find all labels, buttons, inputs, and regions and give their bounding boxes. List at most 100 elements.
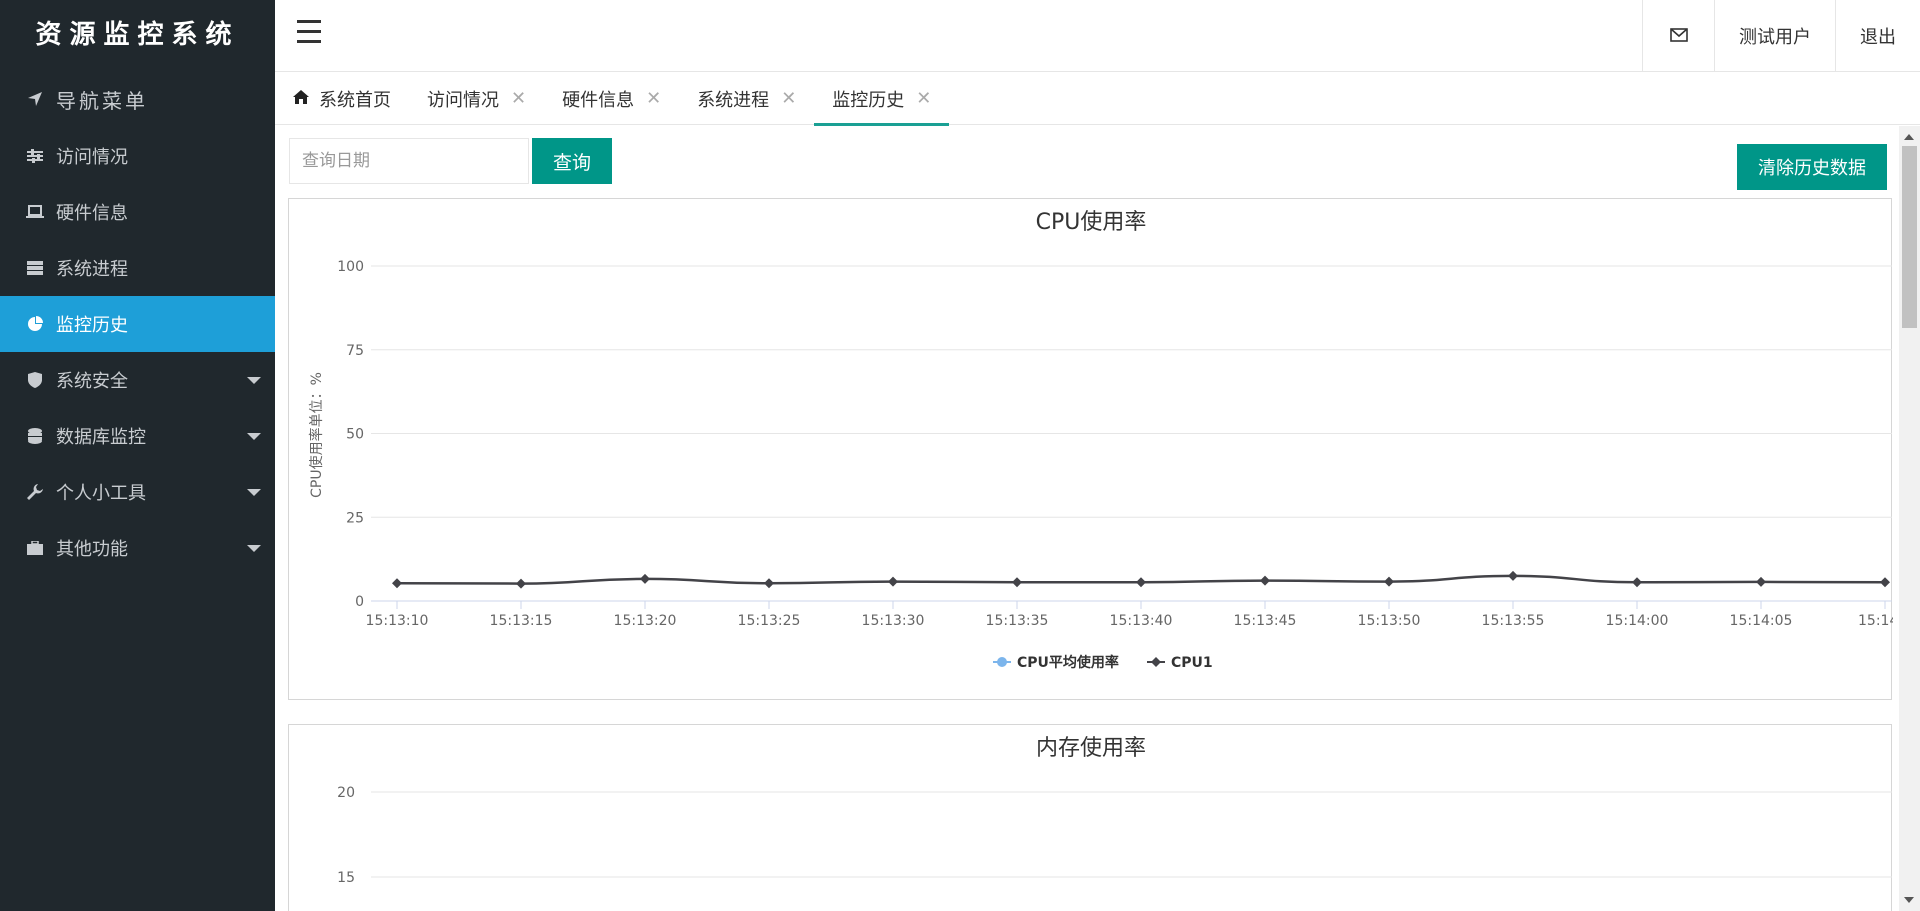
y-tick-label: 15	[337, 870, 355, 886]
briefcase-icon	[24, 541, 46, 555]
memory-chart: 内存使用率 15 20	[337, 736, 1892, 886]
data-point	[1012, 577, 1022, 588]
data-point	[1384, 576, 1394, 587]
data-point	[1508, 570, 1518, 581]
x-tick-label: 15:13:50	[1358, 613, 1421, 629]
chevron-down-icon	[247, 489, 261, 496]
location-arrow-icon	[24, 91, 46, 107]
sidebar-item-label: 监控历史	[56, 315, 128, 336]
tab-access[interactable]: 访问情况 ✕	[409, 73, 544, 125]
x-tick-label: 15:14:05	[1730, 613, 1793, 629]
scroll-down-icon[interactable]	[1904, 897, 1914, 903]
tab-history[interactable]: 监控历史 ✕	[814, 73, 950, 126]
main-content: 查询 清除历史数据 CPU使用率 CPU使用率单位：% 0 25 50 75 100 15:1…	[275, 126, 1899, 911]
sidebar-item-tools[interactable]: 个人小工具	[0, 464, 275, 520]
top-header: 测试用户 退出	[275, 0, 1920, 72]
user-menu[interactable]: 测试用户	[1714, 0, 1835, 72]
chevron-down-icon	[247, 545, 261, 552]
tab-label: 系统进程	[697, 89, 770, 111]
x-tick-label: 15:13:10	[366, 613, 429, 629]
data-point	[1260, 575, 1270, 586]
data-point	[392, 578, 402, 589]
scroll-up-icon[interactable]	[1904, 134, 1914, 140]
nav-header-label: 导航菜单	[56, 88, 148, 113]
sidebar-item-label: 其他功能	[56, 539, 128, 560]
home-icon	[293, 88, 309, 109]
tab-home[interactable]: 系统首页	[275, 73, 409, 125]
sidebar-item-access[interactable]: 访问情况	[0, 128, 275, 184]
tab-label: 访问情况	[427, 89, 499, 111]
data-point	[640, 573, 650, 584]
server-icon	[24, 261, 46, 275]
sidebar-item-hardware[interactable]: 硬件信息	[0, 184, 275, 240]
y-tick-label: 0	[355, 594, 364, 610]
y-tick-label: 20	[337, 785, 355, 801]
scroll-thumb[interactable]	[1902, 146, 1917, 328]
y-axis-label: CPU使用率单位：%	[308, 372, 325, 498]
sidebar-item-process[interactable]: 系统进程	[0, 240, 275, 296]
query-button[interactable]: 查询	[532, 138, 612, 184]
date-input[interactable]	[289, 138, 529, 184]
close-icon[interactable]: ✕	[646, 88, 661, 109]
x-tick-label: 15:13:15	[490, 613, 553, 629]
clear-history-button[interactable]: 清除历史数据	[1737, 144, 1887, 190]
vertical-scrollbar[interactable]	[1899, 126, 1920, 911]
pie-chart-icon	[24, 316, 46, 332]
x-tick-label: 15:13:30	[862, 613, 925, 629]
legend-marker	[997, 657, 1007, 667]
cpu-chart-panel: CPU使用率 CPU使用率单位：% 0 25 50 75 100 15:13:10 15:13:…	[288, 198, 1893, 700]
tab-label: 硬件信息	[562, 89, 635, 111]
sidebar-item-label: 系统安全	[56, 371, 128, 392]
tab-label: 监控历史	[832, 89, 905, 111]
x-tick-label: 15:13:20	[614, 613, 677, 629]
close-icon[interactable]: ✕	[781, 88, 796, 109]
database-icon	[24, 428, 46, 444]
app-title: 资源监控系统	[35, 20, 240, 50]
x-tick-label: 15:13:35	[986, 613, 1049, 629]
data-point	[1880, 577, 1890, 588]
data-point	[764, 578, 774, 589]
tab-label: 系统首页	[319, 89, 391, 111]
sidebar: 资源监控系统 导航菜单 访问情况 硬件信息 系统进程 监控历史 系统安全 数据库…	[0, 0, 275, 911]
shield-icon	[24, 372, 46, 388]
y-tick-label: 50	[346, 427, 364, 443]
sidebar-item-label: 系统进程	[56, 259, 128, 280]
envelope-icon	[1669, 26, 1688, 47]
x-tick-label: 15:13:45	[1234, 613, 1297, 629]
wrench-icon	[24, 484, 46, 500]
tab-hardware[interactable]: 硬件信息 ✕	[544, 73, 679, 125]
x-tick-label: 15:14:00	[1606, 613, 1669, 629]
menu-toggle-icon[interactable]	[297, 20, 321, 46]
nav-header: 导航菜单	[0, 70, 275, 128]
sidebar-item-label: 个人小工具	[56, 483, 146, 504]
data-point	[516, 578, 526, 589]
tab-bar: 系统首页 访问情况 ✕ 硬件信息 ✕ 系统进程 ✕ 监控历史 ✕	[275, 73, 1920, 126]
close-icon[interactable]: ✕	[916, 88, 931, 109]
chart-title: 内存使用率	[1036, 736, 1146, 761]
legend-label: CPU平均使用率	[1017, 654, 1119, 671]
mail-button[interactable]	[1642, 0, 1714, 72]
close-icon[interactable]: ✕	[511, 88, 526, 109]
memory-chart-panel: 内存使用率 15 20	[288, 724, 1892, 911]
sidebar-item-security[interactable]: 系统安全	[0, 352, 275, 408]
cpu-chart: CPU使用率 CPU使用率单位：% 0 25 50 75 100 15:13:10 15:13:…	[308, 210, 1893, 671]
sidebar-item-label: 硬件信息	[56, 203, 128, 224]
header-actions: 测试用户 退出	[1642, 0, 1920, 72]
sidebar-item-label: 访问情况	[56, 147, 128, 168]
chevron-down-icon	[247, 433, 261, 440]
sidebar-item-label: 数据库监控	[56, 427, 146, 448]
y-tick-label: 25	[346, 510, 364, 526]
chevron-down-icon	[247, 377, 261, 384]
sidebar-item-database[interactable]: 数据库监控	[0, 408, 275, 464]
data-point	[1756, 576, 1766, 587]
y-tick-label: 100	[337, 259, 364, 275]
chart-title: CPU使用率	[1036, 210, 1147, 235]
sidebar-item-other[interactable]: 其他功能	[0, 520, 275, 576]
legend-marker	[1151, 657, 1161, 667]
tab-process[interactable]: 系统进程 ✕	[679, 73, 814, 125]
logout-button[interactable]: 退出	[1835, 0, 1920, 72]
x-tick-label: 15:14:1	[1858, 613, 1893, 629]
x-tick-label: 15:13:25	[738, 613, 801, 629]
sliders-icon	[24, 149, 46, 163]
sidebar-item-history[interactable]: 监控历史	[0, 296, 275, 352]
